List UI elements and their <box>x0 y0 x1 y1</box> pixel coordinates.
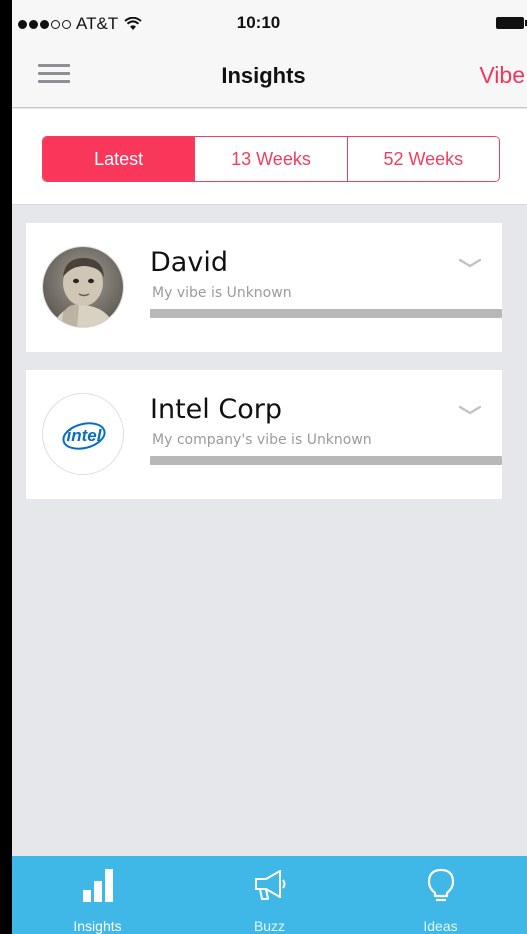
card-name: David <box>150 247 228 278</box>
status-bar: AT&T 10:10 <box>12 0 527 46</box>
tab-buzz[interactable]: Buzz <box>184 856 355 934</box>
card-subtitle: My vibe is Unknown <box>152 285 292 301</box>
battery-icon <box>496 17 527 29</box>
avatar <box>42 246 124 328</box>
tab-ideas[interactable]: Ideas <box>355 856 526 934</box>
intel-logo-text: intel <box>67 426 103 445</box>
vibe-button[interactable]: Vibe <box>479 62 525 89</box>
chevron-down-icon[interactable] <box>458 404 482 416</box>
nav-bar: Insights Vibe <box>12 46 527 108</box>
card-name: Intel Corp <box>150 394 282 425</box>
lightbulb-icon <box>427 868 454 902</box>
period-segmented-control: Latest 13 Weeks 52 Weeks <box>42 136 500 182</box>
tab-insights[interactable]: Insights <box>12 856 183 934</box>
megaphone-icon <box>254 870 285 900</box>
chevron-down-icon[interactable] <box>458 257 482 269</box>
avatar: intel <box>42 393 124 475</box>
person-card[interactable]: David My vibe is Unknown <box>26 223 502 352</box>
card-subtitle: My company's vibe is Unknown <box>152 432 372 448</box>
company-card[interactable]: intel Intel Corp My company's vibe is Un… <box>26 370 502 499</box>
intel-logo: intel <box>43 394 123 474</box>
bar-chart-icon <box>82 869 113 902</box>
tab-bar: Insights Buzz Ideas <box>12 856 527 934</box>
tab-label: Insights <box>73 918 122 934</box>
status-time: 10:10 <box>236 13 281 32</box>
segment-52-weeks[interactable]: 52 Weeks <box>346 137 499 181</box>
segment-13-weeks[interactable]: 13 Weeks <box>194 137 347 181</box>
tab-label: Buzz <box>253 918 286 934</box>
person-photo <box>43 247 123 327</box>
tab-label: Ideas <box>423 918 458 934</box>
segment-container: Latest 13 Weeks 52 Weeks <box>12 109 527 205</box>
page-title: Insights <box>221 63 306 88</box>
vibe-progress-bar <box>150 309 502 318</box>
vibe-progress-bar <box>150 456 502 465</box>
segment-latest[interactable]: Latest <box>43 137 195 181</box>
app-screen: AT&T 10:10 Insights Vibe Latest 13 Weeks… <box>12 0 527 934</box>
